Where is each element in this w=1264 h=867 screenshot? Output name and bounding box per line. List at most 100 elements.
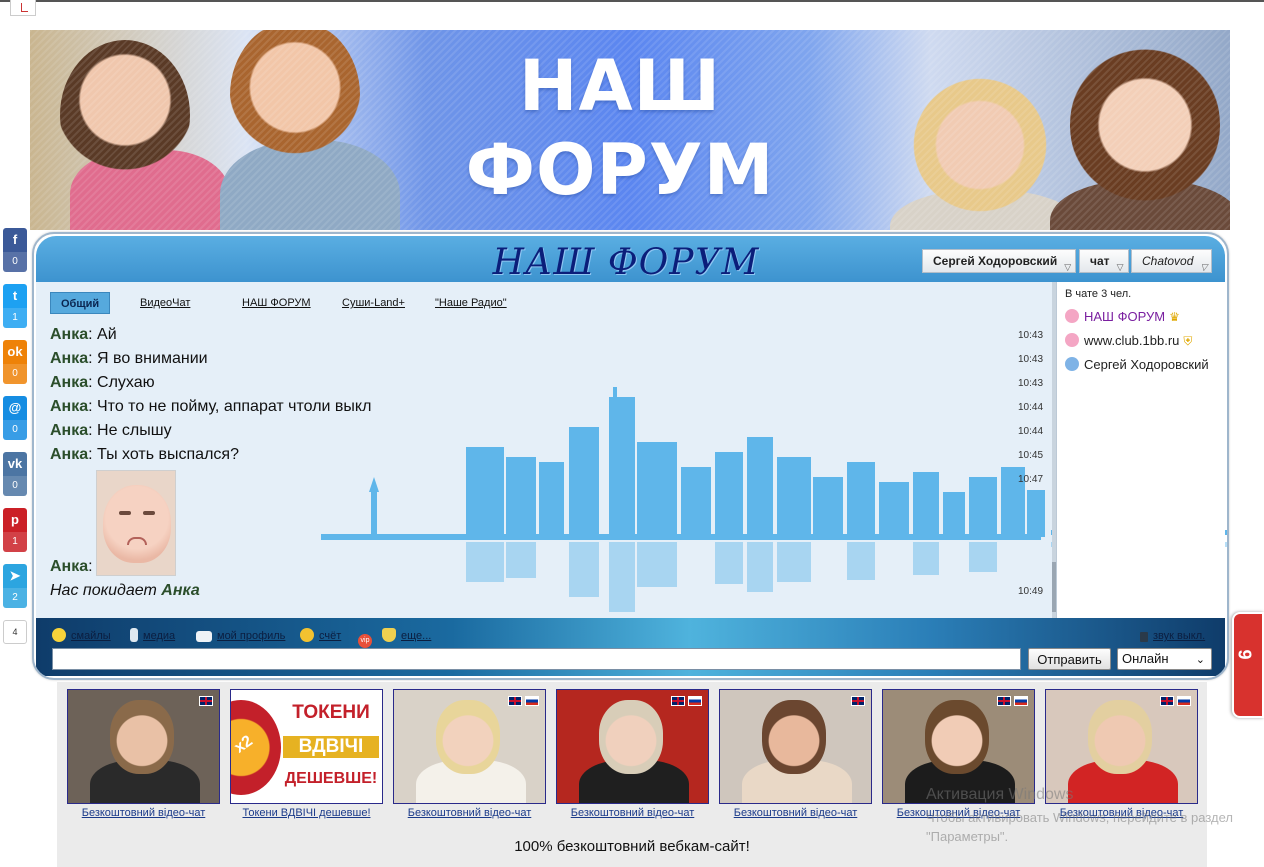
webcam-card[interactable]: Безкоштовний відео-чат bbox=[719, 689, 872, 819]
uk-flag-icon bbox=[671, 696, 685, 706]
media-button[interactable]: медиа bbox=[130, 628, 175, 644]
media-label: медиа bbox=[143, 630, 176, 642]
message-author[interactable]: Анка bbox=[50, 422, 88, 439]
uk-flag-icon bbox=[851, 696, 865, 706]
facebook-icon[interactable]: f bbox=[3, 228, 27, 252]
tab-1[interactable]: ВидеоЧат bbox=[140, 292, 190, 314]
smileys-button[interactable]: смайлы bbox=[52, 628, 111, 644]
promo-line: ДЕШЕВШЕ! bbox=[284, 770, 378, 787]
share-vkontakte[interactable]: vk 0 bbox=[3, 452, 27, 496]
tab-2[interactable]: НАШ ФОРУМ bbox=[242, 292, 311, 314]
share-facebook[interactable]: f0 bbox=[3, 228, 27, 272]
chatovod-menu-button[interactable]: Chatovod ▽ bbox=[1131, 249, 1213, 273]
status-select[interactable]: Онлайн ⌄ bbox=[1117, 648, 1212, 670]
share-count: 0 bbox=[3, 420, 27, 440]
webcam-card[interactable]: Безкоштовний відео-чат bbox=[393, 689, 546, 819]
windows-activation-title: Активация Windows bbox=[926, 786, 1074, 803]
message-author[interactable]: Анка bbox=[50, 350, 88, 367]
webcam-caption-link[interactable]: Безкоштовний відео-чат bbox=[719, 807, 872, 819]
webcam-caption-link[interactable]: Безкоштовний відео-чат bbox=[393, 807, 546, 819]
ru-flag-icon bbox=[688, 696, 702, 706]
leave-text: Нас покидает bbox=[50, 582, 162, 599]
banner-title-line1: НАШ bbox=[518, 45, 722, 127]
send-button[interactable]: Отправить bbox=[1028, 648, 1111, 670]
status-value: Онлайн bbox=[1122, 651, 1169, 666]
online-user[interactable]: Сергей Ходоровский bbox=[1065, 356, 1209, 374]
posted-image[interactable] bbox=[96, 470, 176, 576]
webcam-person-face bbox=[925, 700, 989, 774]
vip-button[interactable]: vip bbox=[358, 628, 377, 648]
webcam-person-face bbox=[599, 700, 663, 774]
moimir-icon[interactable]: @ bbox=[3, 396, 27, 420]
user-menu-button[interactable]: Сергей Ходоровский ▽ bbox=[922, 249, 1077, 273]
message-author[interactable]: Анка bbox=[50, 558, 88, 575]
my-profile-button[interactable]: мой профиль bbox=[196, 628, 285, 644]
vkontakte-icon[interactable]: vk bbox=[3, 452, 27, 476]
message-text: : Что то не пойму, аппарат чтоли выкл bbox=[88, 398, 372, 415]
share-pinterest[interactable]: p1 bbox=[3, 508, 27, 552]
top-border bbox=[0, 0, 1264, 2]
uk-flag-icon bbox=[508, 696, 522, 706]
telegram-icon[interactable]: ➤ bbox=[3, 564, 27, 588]
message-time: 10:45 bbox=[1018, 450, 1044, 461]
coins-icon bbox=[300, 628, 314, 642]
webcam-person-face bbox=[762, 700, 826, 774]
webcam-caption-link[interactable]: Безкоштовний відео-чат bbox=[67, 807, 220, 819]
chevron-down-icon: ⌄ bbox=[1195, 654, 1205, 666]
account-button[interactable]: счёт bbox=[300, 628, 341, 644]
message-time: 10:44 bbox=[1018, 402, 1044, 413]
tab-0[interactable]: Общий bbox=[50, 292, 111, 314]
share-odnoklassniki[interactable]: ok 0 bbox=[3, 340, 27, 384]
share-count: 1 bbox=[3, 308, 27, 328]
message-input[interactable] bbox=[52, 648, 1021, 670]
webcam-caption-link[interactable]: Токени ВДВІЧІ дешевше! bbox=[230, 807, 383, 819]
message-text: : Не слышу bbox=[88, 422, 172, 439]
online-user[interactable]: НАШ ФОРУМ ♛ bbox=[1065, 308, 1180, 326]
webcam-thumbnail[interactable] bbox=[393, 689, 546, 804]
baby-eye bbox=[119, 511, 131, 515]
twitter-icon[interactable]: t bbox=[3, 284, 27, 308]
more-label: еще... bbox=[401, 630, 432, 642]
webcam-caption-link[interactable]: Безкоштовний відео-чат bbox=[556, 807, 709, 819]
top-corner-icon[interactable] bbox=[10, 0, 36, 16]
tab-4[interactable]: "Наше Радио" bbox=[435, 292, 507, 314]
webcam-card[interactable]: Безкоштовний відео-чат bbox=[556, 689, 709, 819]
message-author[interactable]: Анка bbox=[50, 446, 88, 463]
speaker-icon bbox=[1140, 632, 1148, 642]
webcam-thumbnail[interactable] bbox=[719, 689, 872, 804]
chat-menu-button[interactable]: чат ▽ bbox=[1079, 249, 1129, 273]
online-user[interactable]: www.club.1bb.ru ⛨ bbox=[1065, 332, 1192, 350]
share-moimir[interactable]: @0 bbox=[3, 396, 27, 440]
forum-banner[interactable]: НАШ ФОРУМ bbox=[30, 30, 1230, 230]
more-button[interactable]: еще... bbox=[382, 628, 431, 644]
message-author[interactable]: Анка bbox=[50, 374, 88, 391]
share-twitter[interactable]: t1 bbox=[3, 284, 27, 328]
pinterest-icon[interactable]: p bbox=[3, 508, 27, 532]
message-author[interactable]: Анка bbox=[50, 326, 88, 343]
webcam-thumbnail[interactable] bbox=[556, 689, 709, 804]
webcam-thumbnail[interactable] bbox=[67, 689, 220, 804]
side-tab-label: 9 bbox=[1234, 649, 1255, 660]
message-time: 10:47 bbox=[1018, 474, 1044, 485]
odnoklassniki-icon[interactable]: ok bbox=[3, 340, 27, 364]
share-total-count: 4 bbox=[3, 620, 27, 644]
side-notification-tab[interactable]: 9 bbox=[1232, 612, 1264, 718]
webcam-card[interactable]: x2 ТОКЕНИ ВДВІЧІ ДЕШЕВШЕ! Токени ВДВІЧІ деше… bbox=[230, 689, 383, 819]
message-text: : Ты хоть выспался? bbox=[88, 446, 239, 463]
share-telegram[interactable]: ➤ 2 bbox=[3, 564, 27, 608]
message-row: Анка: Слухаю bbox=[50, 374, 155, 392]
tab-3[interactable]: Суши-Land+ bbox=[342, 292, 405, 314]
chat-widget: НАШ ФОРУМ Сергей Ходоровский ▽ чат ▽ Chato… bbox=[32, 232, 1229, 680]
message-author[interactable]: Анка bbox=[50, 398, 88, 415]
users-count: В чате 3 чел. bbox=[1065, 288, 1132, 300]
webcam-thumbnail[interactable]: x2 ТОКЕНИ ВДВІЧІ ДЕШЕВШЕ! bbox=[230, 689, 383, 804]
message-time: 10:44 bbox=[1018, 426, 1044, 437]
windows-activation-text: Чтобы активировать Windows, перейдите в … bbox=[926, 810, 1233, 844]
chevron-down-icon: ▽ bbox=[1064, 262, 1072, 272]
ru-flag-icon bbox=[1177, 696, 1191, 706]
media-icon bbox=[130, 628, 138, 642]
leave-author[interactable]: Анка bbox=[161, 582, 199, 599]
sound-toggle[interactable]: звук выкл. bbox=[1140, 628, 1205, 644]
webcam-card[interactable]: Безкоштовний відео-чат bbox=[67, 689, 220, 819]
message-text: : Слухаю bbox=[88, 374, 155, 391]
